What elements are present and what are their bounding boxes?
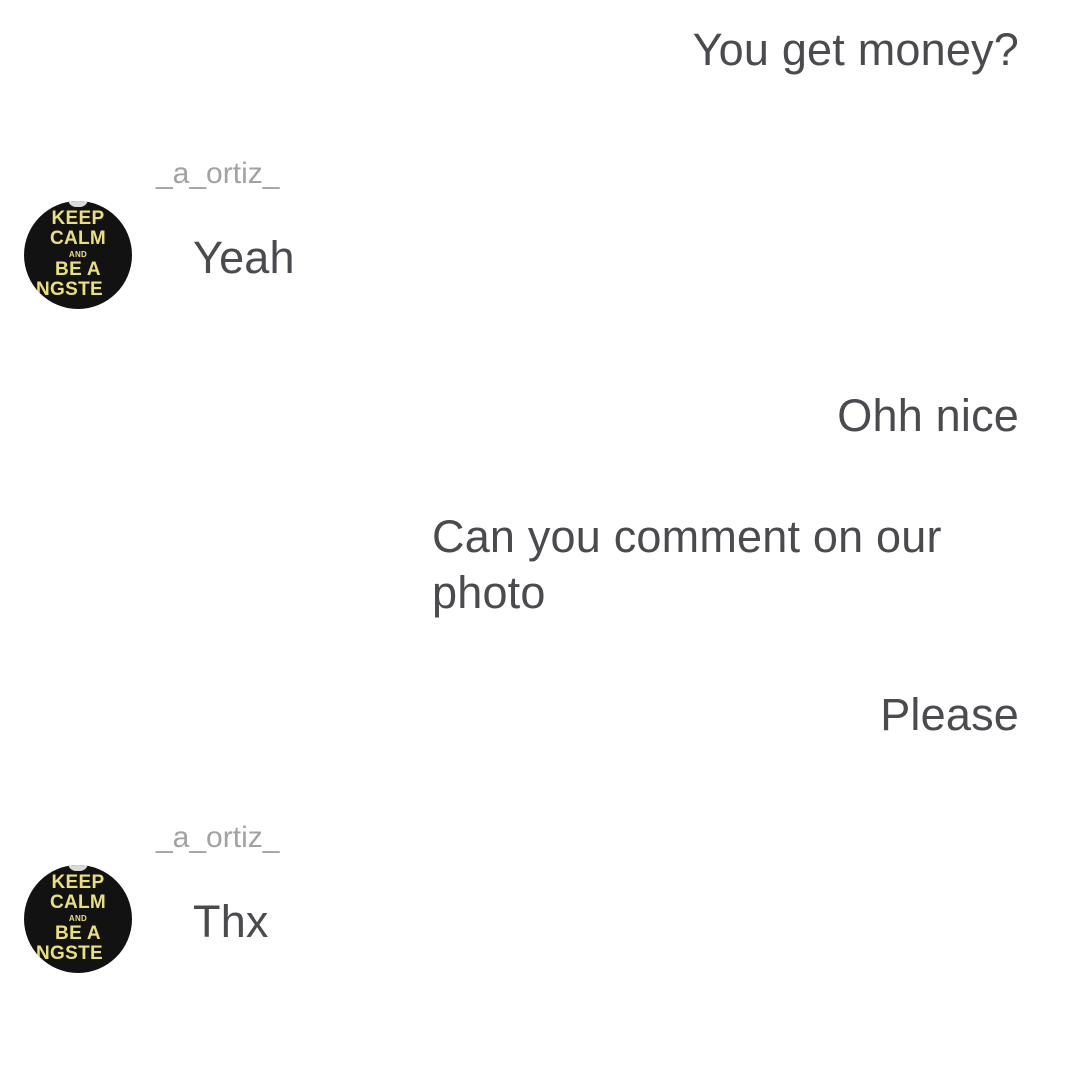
message-thread: You get money? _a_ortiz_ KEEP CALM AND B… — [0, 0, 1080, 1080]
avatar-poster-text: KEEP CALM AND BE A ANGSTE — [24, 209, 132, 300]
avatar-line: CALM — [49, 892, 107, 913]
sender-avatar[interactable]: KEEP CALM AND BE A ANGSTE — [24, 865, 132, 973]
avatar-line: CALM — [49, 228, 107, 249]
sender-username[interactable]: _a_ortiz_ — [156, 156, 279, 192]
sent-message[interactable]: You get money? — [693, 22, 1019, 78]
sender-username[interactable]: _a_ortiz_ — [156, 820, 279, 856]
crown-icon — [68, 201, 88, 207]
avatar-poster-text: KEEP CALM AND BE A ANGSTE — [24, 873, 132, 964]
avatar-line: BE A — [55, 259, 101, 280]
avatar-line: KEEP — [51, 208, 105, 229]
sent-message[interactable]: Ohh nice — [837, 388, 1019, 444]
avatar-line: BE A — [55, 923, 101, 944]
crown-icon — [68, 865, 88, 871]
sender-avatar[interactable]: KEEP CALM AND BE A ANGSTE — [24, 201, 132, 309]
received-message[interactable]: Thx — [193, 894, 269, 950]
avatar-line: KEEP — [51, 872, 105, 893]
received-message[interactable]: Yeah — [193, 230, 295, 286]
sent-message[interactable]: Please — [880, 687, 1019, 743]
avatar-line: ANGSTE — [24, 280, 103, 300]
avatar-line: ANGSTE — [24, 944, 103, 964]
sent-message[interactable]: Can you comment on our photo — [432, 509, 1032, 621]
